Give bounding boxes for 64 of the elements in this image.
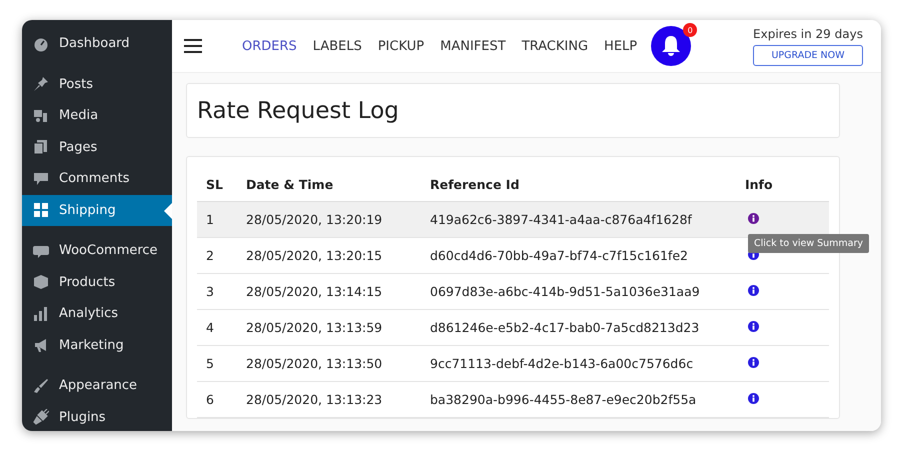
nav-tab[interactable]: MANIFEST <box>440 38 506 54</box>
sidebar-item[interactable]: WooCommerce <box>22 235 172 266</box>
sidebar-item[interactable]: Media <box>22 100 172 132</box>
table-cell-text: 28/05/2020, 13:14:15 <box>246 284 384 299</box>
notification-badge: 0 <box>683 23 698 37</box>
column-header: Reference Id <box>430 176 520 192</box>
table-cell-text: d60cd4d6-70bb-49a7-bf74-c7f15c161fe2 <box>430 248 689 263</box>
pages-icon <box>33 139 49 156</box>
nav-tab[interactable]: HELP <box>604 38 638 54</box>
table-cell-text: 2 <box>206 248 215 263</box>
info-icon[interactable] <box>748 213 759 224</box>
nav-tab[interactable]: PICKUP <box>378 38 424 54</box>
nav-tab[interactable]: TRACKING <box>522 38 588 54</box>
info-icon[interactable] <box>748 285 759 296</box>
page-title: Rate Request Log <box>197 98 399 124</box>
info-icon[interactable] <box>748 357 759 368</box>
sidebar-item[interactable]: Analytics <box>22 298 172 330</box>
column-header: SL <box>206 176 224 192</box>
table-cell-text: 28/05/2020, 13:13:59 <box>246 320 384 335</box>
comment-icon <box>33 170 49 187</box>
media-icon <box>33 108 49 124</box>
nav-tab[interactable]: LABELS <box>312 38 362 54</box>
expiry-text: Expires in 29 days <box>753 26 863 40</box>
table-cell-text: 1 <box>206 212 215 227</box>
sidebar-item[interactable]: Pages <box>22 132 172 163</box>
sidebar-item[interactable]: Shipping <box>22 194 172 226</box>
megaphone-icon <box>33 337 49 354</box>
gauge-icon <box>33 36 49 52</box>
sidebar-item[interactable]: Posts <box>22 68 172 100</box>
sidebar-item[interactable]: Products <box>22 266 172 298</box>
box-icon <box>33 274 49 290</box>
table-cell-text: 419a62c6-3897-4341-a4aa-c876a4f1628f <box>430 212 693 227</box>
table-cell-text: 28/05/2020, 13:20:15 <box>246 248 384 263</box>
nav-tab[interactable]: ORDERS <box>242 38 297 54</box>
table-cell-text: 5 <box>206 356 215 371</box>
sidebar-item[interactable]: Appearance <box>22 370 172 402</box>
info-icon[interactable] <box>748 321 759 332</box>
table-cell-text: ba38290a-b996-4455-8e87-e9ec20b2f55a <box>430 392 698 407</box>
table-cell-text: 4 <box>206 320 215 335</box>
bar-chart-icon <box>33 306 49 322</box>
sidebar-item[interactable]: Dashboard <box>22 28 172 60</box>
upgrade-button[interactable]: UPGRADE NOW <box>753 44 863 66</box>
table-cell-text: 28/05/2020, 13:20:19 <box>246 212 384 227</box>
plug-icon <box>33 409 49 426</box>
table-cell-text: d861246e-e5b2-4c17-bab0-7a5cd8213d23 <box>430 320 700 335</box>
table-cell-text: 28/05/2020, 13:13:50 <box>246 356 384 371</box>
sidebar-item[interactable]: Comments <box>22 163 172 194</box>
brush-icon <box>33 378 49 394</box>
grid-icon <box>33 202 49 218</box>
table-cell-text: 0697d83e-a6bc-414b-9d51-5a1036e31aa9 <box>430 284 701 299</box>
pin-icon <box>33 76 49 92</box>
menu-icon[interactable] <box>184 39 202 53</box>
table-cell-text: 9cc71113-debf-4d2e-b143-6a00c7576d6c <box>430 356 694 371</box>
bell-icon <box>661 35 682 57</box>
column-header: Info <box>745 176 774 192</box>
table-cell-text: 6 <box>206 392 215 407</box>
table-cell-text: 28/05/2020, 13:13:23 <box>246 392 384 407</box>
sidebar-item[interactable]: Plugins <box>22 402 172 431</box>
sidebar-item[interactable]: Marketing <box>22 330 172 361</box>
table-cell-text: 3 <box>206 284 215 299</box>
tooltip: Click to view Summary <box>748 234 870 253</box>
column-header: Date & Time <box>246 176 334 192</box>
notification-button[interactable] <box>651 26 692 66</box>
info-icon[interactable] <box>748 393 759 404</box>
